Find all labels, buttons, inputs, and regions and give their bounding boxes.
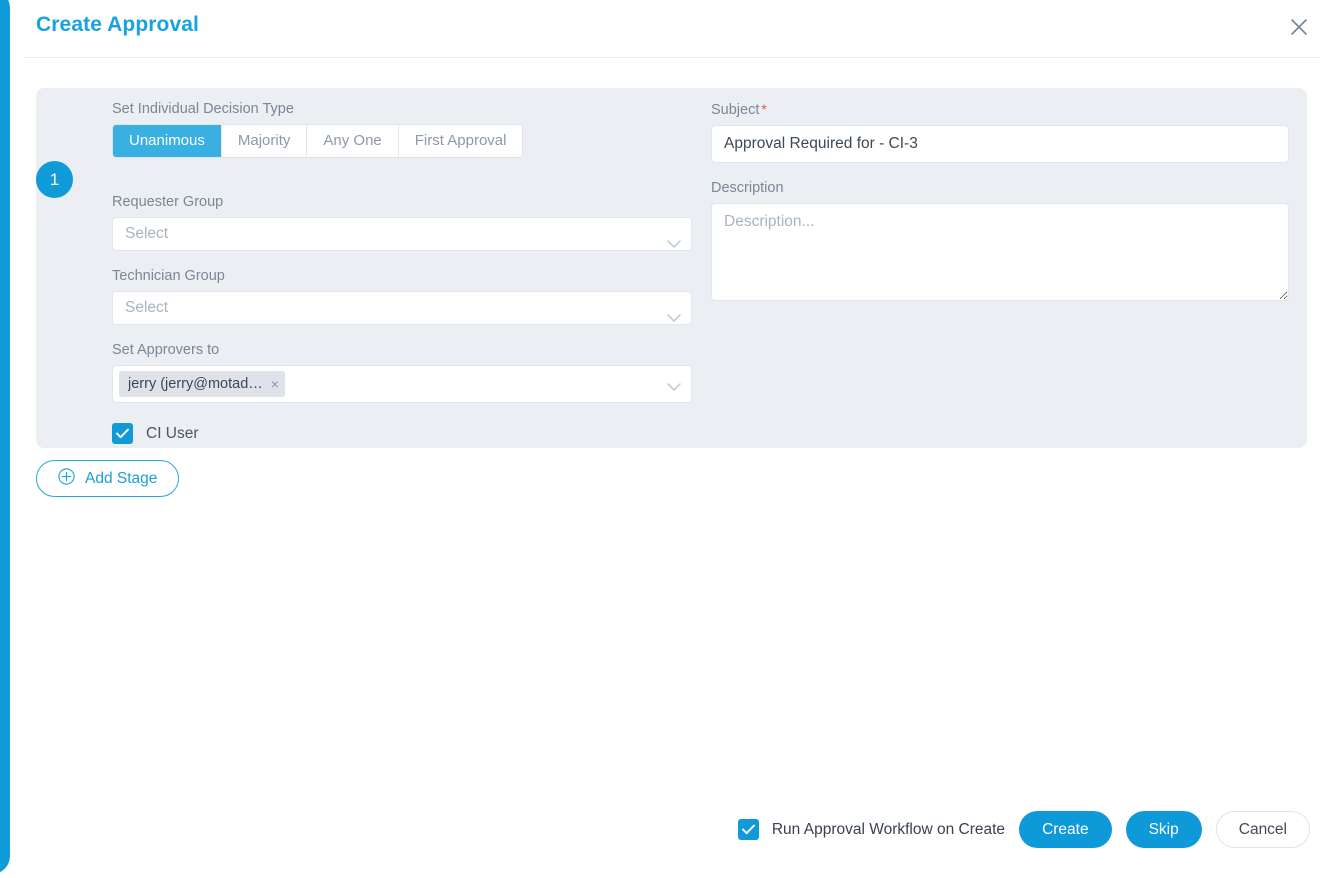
approvers-multiselect[interactable]: jerry (jerry@motad… × <box>112 365 692 403</box>
subject-input[interactable] <box>711 125 1289 163</box>
stage-left-column: Set Individual Decision Type Unanimous M… <box>112 101 692 444</box>
decision-type-segmented-control[interactable]: Unanimous Majority Any One First Approva… <box>112 124 524 158</box>
description-label: Description <box>711 180 784 196</box>
close-icon-glyph <box>1291 19 1307 35</box>
approver-chip-remove-icon[interactable]: × <box>271 377 279 391</box>
ci-user-checkbox[interactable] <box>112 423 133 444</box>
decision-type-label: Set Individual Decision Type <box>112 101 294 117</box>
stage-right-column: Subject* Description <box>711 101 1289 323</box>
decision-type-option-any-one[interactable]: Any One <box>306 125 398 157</box>
create-button[interactable]: Create <box>1019 811 1112 848</box>
ci-user-row: CI User <box>112 423 692 444</box>
requester-group-field: Requester Group Select <box>112 194 692 251</box>
add-stage-label: Add Stage <box>85 469 158 487</box>
requester-group-value: Select <box>125 225 169 242</box>
ci-user-label: CI User <box>146 424 199 442</box>
approver-chip-label: jerry (jerry@motad… <box>128 376 263 392</box>
required-asterisk: * <box>761 101 767 117</box>
description-textarea[interactable] <box>711 203 1289 301</box>
approvers-field: Set Approvers to jerry (jerry@motad… × <box>112 342 692 403</box>
chevron-down-icon <box>667 229 681 261</box>
dialog-header: Create Approval <box>24 0 1320 58</box>
subject-label: Subject * <box>711 101 1289 118</box>
decision-type-option-first-approval[interactable]: First Approval <box>397 125 523 157</box>
run-workflow-label: Run Approval Workflow on Create <box>771 820 1006 838</box>
decision-type-option-majority[interactable]: Majority <box>220 125 307 157</box>
check-icon <box>741 824 755 835</box>
subject-field: Subject * <box>711 101 1289 163</box>
chevron-down-icon <box>667 379 681 397</box>
description-field: Description <box>711 180 1289 306</box>
approver-chip[interactable]: jerry (jerry@motad… × <box>119 371 285 397</box>
run-workflow-row: Run Approval Workflow on Create <box>737 819 1006 840</box>
page-title: Create Approval <box>36 13 199 36</box>
technician-group-select[interactable]: Select <box>112 291 692 325</box>
dialog-footer: Run Approval Workflow on Create Create S… <box>737 811 1310 848</box>
check-icon <box>116 428 129 439</box>
chevron-down-icon <box>667 303 681 335</box>
technician-group-field: Technician Group Select <box>112 268 692 325</box>
requester-group-label: Requester Group <box>112 194 224 210</box>
left-accent-strip <box>0 0 10 874</box>
skip-button[interactable]: Skip <box>1125 811 1202 848</box>
subject-label-text: Subject <box>711 102 760 118</box>
requester-group-select[interactable]: Select <box>112 217 692 251</box>
approval-stage-panel: Set Individual Decision Type Unanimous M… <box>36 88 1307 448</box>
approvers-label: Set Approvers to <box>112 342 220 358</box>
decision-type-option-unanimous[interactable]: Unanimous <box>113 125 221 157</box>
add-stage-button[interactable]: Add Stage <box>36 460 180 497</box>
decision-type-field: Set Individual Decision Type Unanimous M… <box>112 101 692 177</box>
stage-number-badge: 1 <box>36 161 73 198</box>
cancel-button[interactable]: Cancel <box>1215 811 1310 848</box>
technician-group-label: Technician Group <box>112 268 225 284</box>
run-workflow-checkbox[interactable] <box>737 819 759 840</box>
plus-circle-icon <box>58 467 75 490</box>
create-approval-dialog: Create Approval 1 Set Individual Decisio… <box>10 0 1336 864</box>
technician-group-value: Select <box>125 299 169 316</box>
close-icon[interactable] <box>1282 10 1316 44</box>
